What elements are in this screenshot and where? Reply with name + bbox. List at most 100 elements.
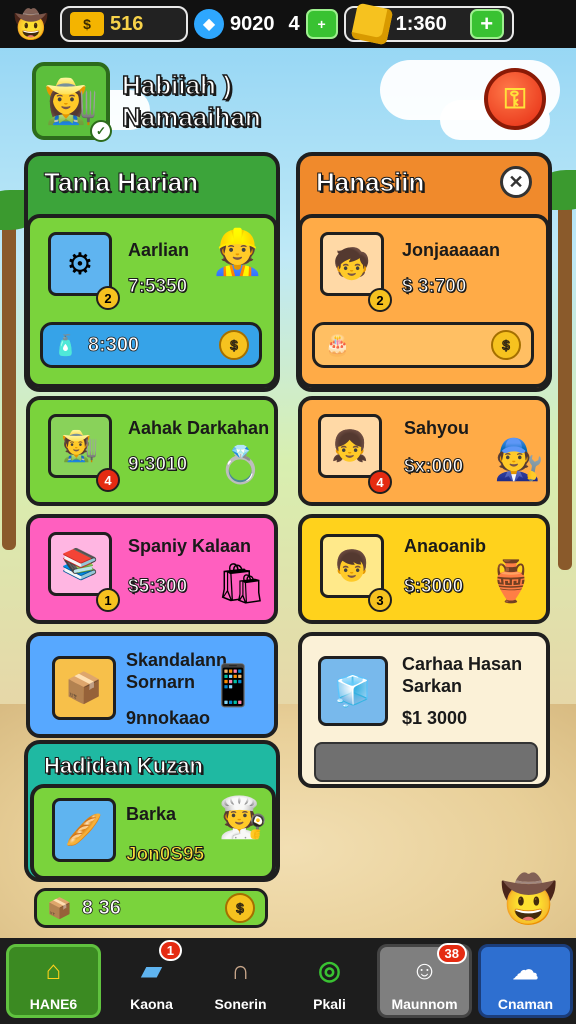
- gem-value: 9020: [230, 12, 275, 35]
- nav-sonerin[interactable]: ∩ Sonerin: [196, 938, 285, 1024]
- bar-value: 8 36: [81, 896, 122, 919]
- left-card-4[interactable]: 📦 Skandalann Sornarn 9nnokaao 📱: [26, 632, 278, 738]
- disabled-action-bar: [314, 742, 538, 782]
- card-value: 7:5350: [127, 276, 188, 298]
- card-name-line1: Carhaa Hasan: [402, 654, 523, 674]
- bottom-bar[interactable]: 📦 8 36 $: [34, 888, 268, 928]
- bar-value: 8:300: [87, 333, 140, 356]
- crate-icon: 📦: [47, 897, 73, 920]
- card-name-line2: Sornarn: [126, 672, 196, 692]
- counter-value: 4: [288, 12, 300, 35]
- bottom-card[interactable]: 🥖 Barka Jon0S95 🧑‍🍳: [30, 784, 276, 880]
- gold-value: 1:360: [395, 12, 447, 35]
- item-count-badge: 4: [368, 470, 392, 494]
- right-card-4[interactable]: 🧊 Carhaa Hasan Sarkan $1 3000: [298, 632, 550, 788]
- bottom-panel-title: Hadidan Kuzan: [44, 753, 204, 779]
- worker-character-icon: 🧑‍🍳: [218, 796, 268, 840]
- nav-kaona[interactable]: 1 ▰ Kaona: [107, 938, 196, 1024]
- card-value: $1 3000: [402, 708, 468, 728]
- farmer-character-icon: 👩‍🌾: [43, 77, 99, 126]
- cash-value: 516: [110, 12, 144, 35]
- ghost-icon: ☁: [512, 954, 539, 985]
- character-item-icon: 🧒: [320, 232, 384, 296]
- nav-home[interactable]: ⌂ HANE6: [6, 944, 101, 1018]
- bread-item-icon: 🥖: [52, 798, 116, 862]
- item-count-badge: 1: [96, 588, 120, 612]
- gold-counter[interactable]: 1:360 +: [343, 2, 514, 46]
- profile-name-line1: Habiiah ): [121, 69, 232, 101]
- profile-header: 👩‍🌾 ✓ Habiiah ) Namaaihan: [32, 62, 261, 142]
- coin-icon: $: [219, 330, 249, 360]
- top-resource-bar: 🤠 $ 516 ◆ 9020 4 + 1:360 +: [0, 0, 576, 48]
- ice-cube-icon: 🧊: [318, 656, 388, 726]
- nav-label: Kaona: [130, 996, 173, 1012]
- card-name: Aahak Darkahan: [128, 418, 270, 438]
- box-item-icon: 📦: [52, 656, 116, 720]
- card-name: Sahyou: [404, 418, 470, 438]
- card-value: $5:300: [127, 576, 188, 598]
- stack-item-icon: 📚: [48, 532, 112, 596]
- gold-cube-icon: [350, 2, 393, 46]
- bottle-icon: 🧴: [53, 334, 79, 357]
- left-card-2[interactable]: 🧑‍🌾 4 Aahak Darkahan 9:3010 💍: [26, 396, 278, 506]
- coin-icon: $: [225, 893, 255, 923]
- hook-icon: ∩: [231, 954, 250, 985]
- close-icon[interactable]: ✕: [500, 166, 532, 198]
- cash-counter[interactable]: $ 516: [60, 6, 188, 42]
- item-count-badge: 2: [96, 286, 120, 310]
- nav-label: Maunnom: [391, 996, 458, 1012]
- player-avatar-icon[interactable]: 🤠: [8, 2, 54, 46]
- card-name: Anaoanib: [404, 536, 487, 556]
- bag-icon: 🛍: [216, 562, 267, 606]
- card-name: Barka: [126, 804, 177, 824]
- right-panel-title: Hanasiin: [315, 166, 425, 197]
- card-name-line2: Sarkan: [402, 676, 463, 696]
- card-value: $x:000: [403, 456, 464, 478]
- card-value: $ 3:700: [401, 276, 467, 298]
- item-count-badge: 2: [368, 288, 392, 312]
- left-panel-title: Tania Harian: [44, 166, 199, 197]
- right-card-1-bar[interactable]: 🎂 $: [312, 322, 534, 368]
- card-name: Spaniy Kalaan: [128, 536, 252, 556]
- character-item-icon: 👧: [318, 414, 382, 478]
- bottom-navigation: ⌂ HANE6 1 ▰ Kaona ∩ Sonerin ◎ Pkali 38 ☺…: [0, 938, 576, 1024]
- gem-icon: ◆: [194, 9, 224, 39]
- phone-icon: 📱: [208, 664, 258, 708]
- worker-character-icon: 👷: [210, 228, 265, 277]
- home-icon: ⌂: [45, 954, 62, 985]
- card-value: Jon0S95: [125, 844, 205, 866]
- cash-icon: $: [70, 12, 104, 36]
- golden-ring-icon: 💍: [218, 444, 263, 485]
- nav-label: Cnaman: [497, 996, 554, 1012]
- card-name: Aarlian: [128, 240, 190, 260]
- notification-badge: 38: [436, 943, 467, 964]
- helper-character-icon: 🤠: [500, 873, 558, 925]
- level-badge: ✓: [90, 120, 112, 142]
- card-value: $:3000: [403, 576, 464, 598]
- add-gold-button[interactable]: +: [469, 9, 504, 39]
- jar-icon: 🏺: [486, 560, 536, 604]
- notification-badge: 1: [158, 940, 182, 961]
- action-button[interactable]: ⚿: [484, 68, 546, 130]
- card-value: 9:3010: [127, 454, 188, 476]
- item-count-badge: 4: [96, 468, 120, 492]
- key-icon: ⚿: [504, 82, 526, 114]
- nav-cnaman[interactable]: ☁ Cnaman: [478, 944, 573, 1018]
- nav-pkali[interactable]: ◎ Pkali: [285, 938, 374, 1024]
- left-card-1-bar[interactable]: 🧴 8:300 $: [40, 322, 262, 368]
- profile-name-line2: Namaaihan: [121, 101, 261, 133]
- profile-avatar[interactable]: 👩‍🌾 ✓: [32, 62, 112, 142]
- item-count-badge: 3: [368, 588, 392, 612]
- card-name: Jonjaaaaan: [402, 240, 501, 260]
- add-counter-button[interactable]: +: [305, 9, 338, 39]
- nav-maunnom[interactable]: 38 ☺ Maunnom: [377, 943, 472, 1018]
- ring-icon: ◎: [318, 954, 341, 985]
- cake-icon: 🎂: [325, 334, 351, 357]
- nav-label: Sonerin: [214, 996, 267, 1012]
- card-subtext: 9nnokaao: [126, 708, 211, 728]
- nav-label: HANE6: [29, 996, 78, 1012]
- worker-character-icon: 🧑‍🔧: [494, 438, 544, 482]
- right-card-3[interactable]: 👦 3 Anaoanib $:3000 🏺: [298, 514, 550, 624]
- left-card-3[interactable]: 📚 1 Spaniy Kalaan $5:300 🛍: [26, 514, 278, 624]
- right-card-2[interactable]: 👧 4 Sahyou $x:000 🧑‍🔧: [298, 396, 550, 506]
